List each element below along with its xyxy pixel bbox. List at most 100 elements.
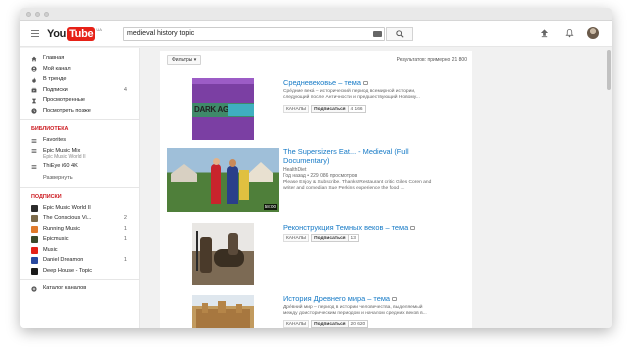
result-title-line2[interactable]: Documentary) bbox=[283, 156, 329, 165]
sidebar-item-count: 1 bbox=[123, 236, 127, 242]
sidebar-sub-epicmusic[interactable]: Epicmusic 1 bbox=[20, 234, 139, 245]
sidebar-sub-running-music[interactable]: Running Music 1 bbox=[20, 224, 139, 235]
subscriptions-icon bbox=[31, 87, 37, 93]
guide-sidebar: Главная Мой канал В тренде Подписки 4 Пр… bbox=[20, 48, 140, 328]
sidebar-item-count: 4 bbox=[123, 86, 127, 93]
result-description: следующий после Античности и предшествую… bbox=[283, 95, 420, 100]
sidebar-item-label: В тренде bbox=[43, 76, 67, 82]
subscribe-button[interactable]: Подписаться bbox=[311, 234, 349, 242]
search-input[interactable]: medieval history topic bbox=[123, 27, 385, 41]
sidebar-item-my-channel[interactable]: Мой канал bbox=[20, 64, 139, 75]
close-window-button[interactable] bbox=[26, 11, 31, 17]
sidebar-sub-daniel-dreamon[interactable]: Daniel Dreamon 1 bbox=[20, 255, 139, 266]
playlist-icon bbox=[31, 149, 37, 153]
show-more-link[interactable]: Развернуть bbox=[20, 172, 139, 184]
sidebar-sub-epic-music-world[interactable]: Epic Music World II bbox=[20, 203, 139, 214]
result-title-text: История Древнего мира – тема bbox=[283, 294, 391, 303]
filters-button[interactable]: Фильтры ▾ bbox=[167, 55, 202, 65]
video-duration: 58:00 bbox=[263, 204, 277, 210]
channel-avatar bbox=[31, 257, 38, 264]
hourglass-icon bbox=[32, 98, 36, 103]
plus-circle-icon bbox=[31, 285, 37, 292]
logo-region: UA bbox=[96, 27, 102, 32]
sidebar-item-trending[interactable]: В тренде bbox=[20, 74, 139, 85]
sidebar-item-label: Music bbox=[43, 246, 58, 253]
subscriber-count: 13 bbox=[347, 234, 359, 242]
minimize-window-button[interactable] bbox=[35, 11, 40, 17]
sidebar-item-label: Epic Music Mix bbox=[43, 147, 81, 154]
search-button[interactable] bbox=[386, 27, 413, 41]
search-icon bbox=[396, 30, 404, 38]
home-icon bbox=[31, 56, 37, 61]
result-title[interactable]: Средневековье – тема bbox=[283, 78, 368, 87]
main-content: Фильтры ▾ Результатов: примерно 21 800 D… bbox=[141, 48, 612, 328]
sidebar-item-history[interactable]: Просмотренные bbox=[20, 95, 139, 106]
sidebar-item-epic-music-mix[interactable]: Epic Music Mix bbox=[20, 146, 139, 157]
video-meta: Год назад • 229 086 просмотров bbox=[283, 173, 358, 179]
subscribe-button[interactable]: Подписаться bbox=[311, 320, 349, 328]
channel-thumbnail[interactable]: DARK AGES bbox=[192, 78, 254, 140]
channel-type-label: КАНАЛЫ bbox=[283, 234, 310, 242]
sidebar-item-label: Каталог каналов bbox=[43, 285, 87, 291]
scrollbar-thumb[interactable] bbox=[607, 50, 611, 90]
result-title-text: Реконструкция Темных веков – тема bbox=[283, 223, 409, 232]
sidebar-item-count: 1 bbox=[123, 225, 127, 232]
sidebar-item-thieye[interactable]: ThiEye i60 4K bbox=[20, 161, 139, 172]
sidebar-sub-deep-house[interactable]: Deep House - Topic bbox=[20, 266, 139, 277]
channel-avatar bbox=[31, 215, 38, 222]
sidebar-item-label: ThiEye i60 4K bbox=[43, 163, 78, 169]
avatar[interactable] bbox=[587, 27, 599, 39]
sidebar-item-subscriptions[interactable]: Подписки 4 bbox=[20, 85, 139, 96]
sidebar-item-count: 1 bbox=[123, 257, 127, 263]
library-heading[interactable]: БИБЛИОТЕКА bbox=[20, 123, 139, 135]
subscriptions-heading[interactable]: ПОДПИСКИ bbox=[20, 191, 139, 203]
channel-avatar bbox=[31, 204, 38, 212]
subscribe-row: КАНАЛЫ Подписаться 13 bbox=[283, 234, 359, 242]
youtube-logo[interactable]: You Tube UA bbox=[47, 27, 102, 41]
upload-icon[interactable] bbox=[540, 28, 549, 38]
result-item: DARK AGES Средневековье – тема Срéдние в… bbox=[167, 74, 467, 142]
results-count: Результатов: примерно 21 800 bbox=[396, 57, 467, 63]
topic-badge-icon bbox=[392, 297, 398, 302]
page-scrollbar[interactable] bbox=[606, 48, 612, 328]
sidebar-item-favorites[interactable]: Favorites bbox=[20, 135, 139, 146]
result-title[interactable]: The Supersizers Eat... - Medieval (Full bbox=[283, 147, 409, 156]
channel-thumbnail[interactable] bbox=[192, 223, 254, 285]
result-title[interactable]: История Древнего мира – тема bbox=[283, 294, 398, 303]
result-title[interactable]: Реконструкция Темных веков – тема bbox=[283, 223, 416, 232]
notifications-bell-icon[interactable] bbox=[565, 28, 574, 38]
channel-type-label: КАНАЛЫ bbox=[283, 320, 310, 328]
video-thumbnail[interactable]: 58:00 bbox=[167, 148, 279, 212]
topic-badge-icon bbox=[410, 226, 416, 231]
clock-icon bbox=[31, 108, 37, 114]
channel-avatar bbox=[31, 267, 38, 275]
channel-avatar bbox=[31, 236, 38, 243]
playlist-icon bbox=[31, 164, 37, 169]
sidebar-item-label: Running Music bbox=[43, 225, 80, 232]
search-results: Фильтры ▾ Результатов: примерно 21 800 D… bbox=[160, 51, 472, 328]
sidebar-item-watch-later[interactable]: Посмотреть позже bbox=[20, 106, 139, 117]
sidebar-item-channel-catalog[interactable]: Каталог каналов bbox=[20, 283, 139, 294]
sidebar-sub-conscious[interactable]: The Conscious Vi... 2 bbox=[20, 213, 139, 224]
topic-badge-icon bbox=[363, 81, 368, 86]
menu-icon[interactable] bbox=[31, 30, 39, 37]
keyboard-icon[interactable] bbox=[373, 31, 382, 37]
sidebar-item-label: Epicmusic bbox=[43, 236, 69, 242]
divider bbox=[20, 279, 139, 280]
sidebar-item-home[interactable]: Главная bbox=[20, 53, 139, 64]
subscribe-row: КАНАЛЫ Подписаться 4 166 bbox=[283, 105, 366, 113]
sidebar-item-label: Мой канал bbox=[43, 65, 71, 72]
logo-tube-text: Tube bbox=[67, 27, 96, 41]
sidebar-sub-music[interactable]: Music bbox=[20, 245, 139, 256]
sidebar-item-label: Favorites bbox=[43, 137, 67, 143]
flame-icon bbox=[32, 76, 36, 83]
sidebar-item-label: The Conscious Vi... bbox=[43, 215, 92, 221]
masthead: You Tube UA medieval history topic bbox=[20, 21, 612, 47]
chevron-down-icon: ▾ bbox=[193, 57, 197, 63]
user-icon bbox=[31, 66, 37, 72]
sidebar-item-label: Deep House - Topic bbox=[43, 267, 93, 274]
maximize-window-button[interactable] bbox=[44, 11, 49, 17]
channel-thumbnail[interactable] bbox=[192, 295, 254, 328]
subscribe-button[interactable]: Подписаться bbox=[311, 105, 349, 113]
result-item: История Древнего мира – тема Дрéвний мир… bbox=[167, 291, 467, 328]
